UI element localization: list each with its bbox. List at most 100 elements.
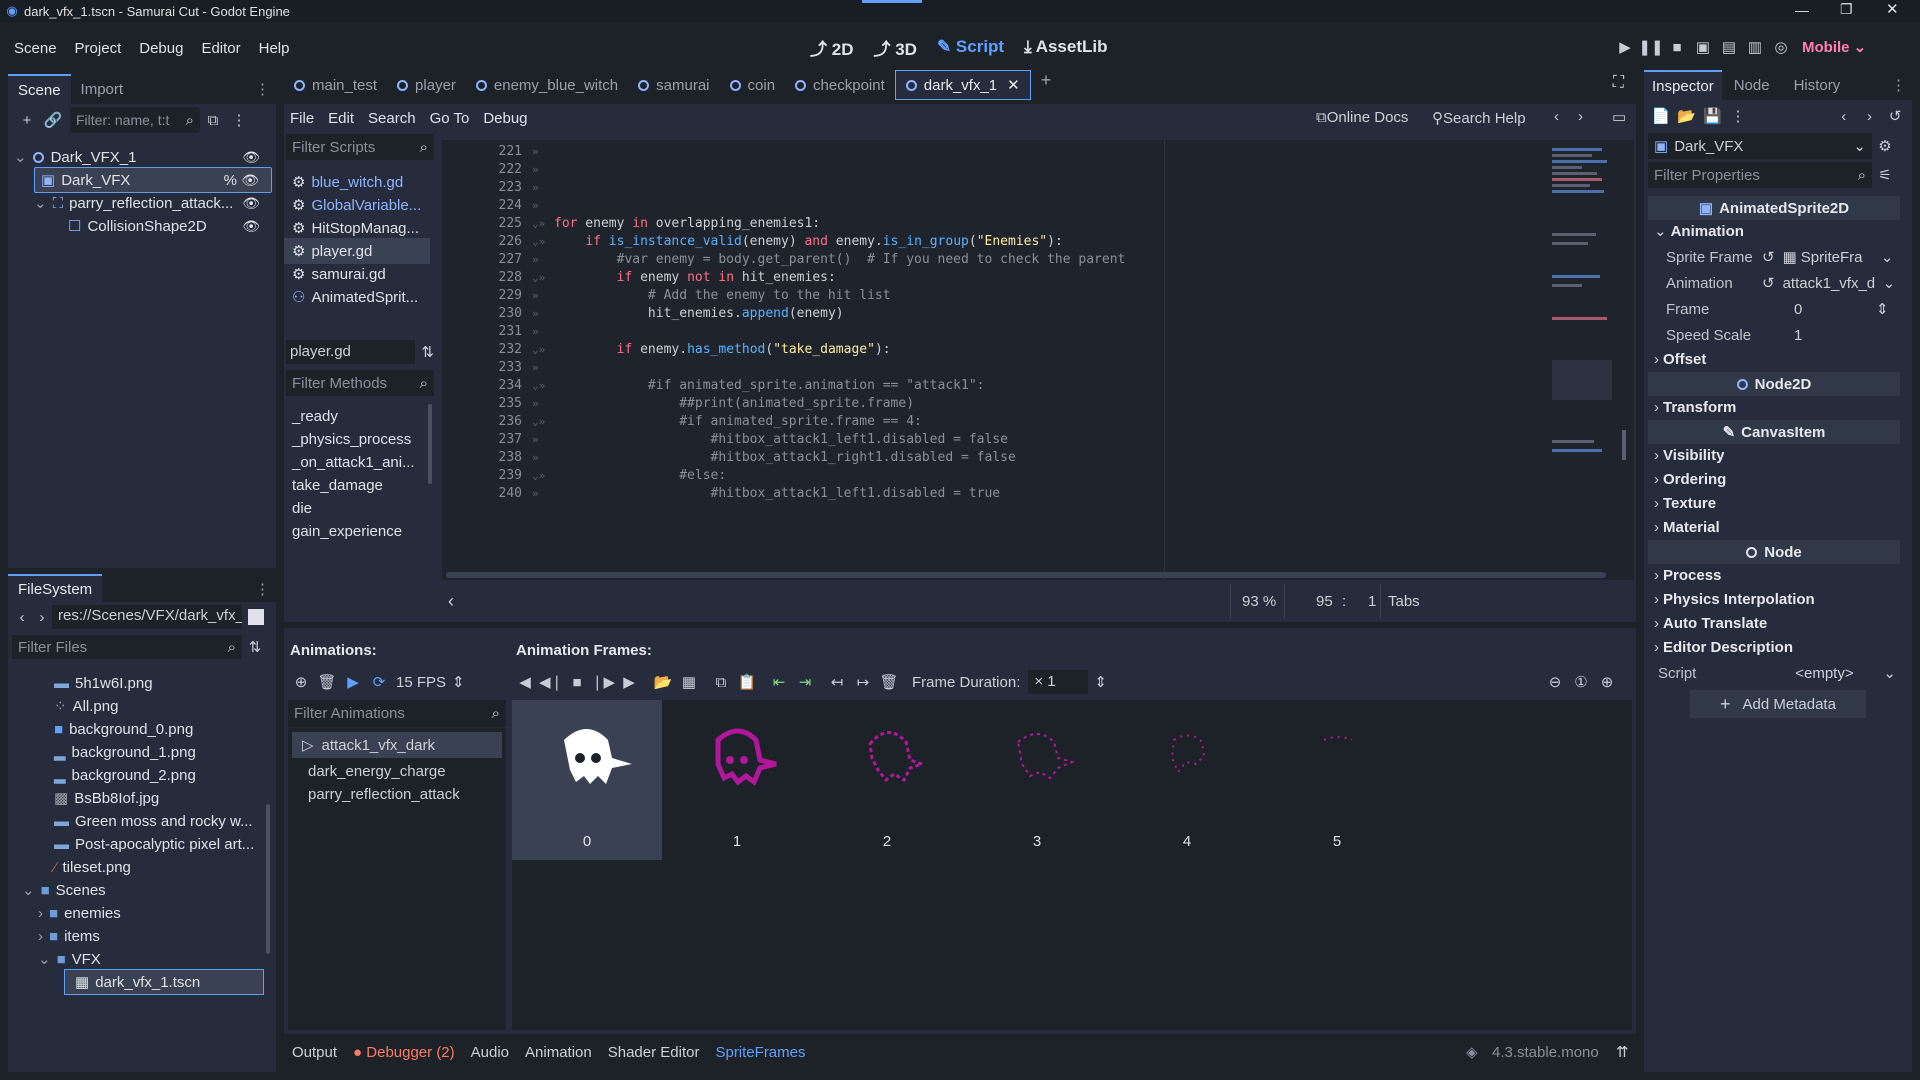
revert-icon[interactable]: ↺ (1762, 248, 1775, 266)
instantiate-scene-icon[interactable]: ⧉ (200, 107, 226, 133)
paste-frame-icon[interactable]: 📋 (734, 669, 760, 695)
online-docs-button[interactable]: ⧉ Online Docs (1316, 109, 1408, 126)
stop-icon[interactable]: ■ (1664, 34, 1690, 60)
line-number-gutter[interactable]: 221 (442, 144, 532, 159)
tab-checkpoint[interactable]: checkpoint (785, 70, 895, 100)
tab-animation[interactable]: Animation (525, 1044, 592, 1061)
filter-scripts-input[interactable]: Filter Scripts ⌕ (286, 134, 434, 160)
menu-debug[interactable]: Debug (139, 40, 183, 57)
close-window-icon[interactable]: ✕ (1886, 0, 1899, 18)
node-settings-icon[interactable]: ⚙ (1872, 133, 1898, 159)
tab-main-test[interactable]: main_test (284, 70, 387, 100)
distraction-free-icon[interactable]: ⛶ (1613, 74, 1624, 92)
line-number-gutter[interactable]: 229 (442, 288, 532, 303)
filter-methods-input[interactable]: Filter Methods ⌕ (286, 370, 434, 396)
delete-frame-icon[interactable]: 🗑 (876, 669, 902, 695)
section-physics-interpolation[interactable]: › Physics Interpolation (1644, 586, 1896, 612)
play-icon[interactable]: ▶ (1612, 34, 1638, 60)
resource-options-icon[interactable]: ⋮ (1725, 103, 1751, 129)
frame-duration-input[interactable]: × 1 (1028, 670, 1089, 694)
copy-frame-icon[interactable]: ⧉ (708, 669, 734, 695)
zoom-reset-icon[interactable]: ① (1568, 669, 1594, 695)
play-icon[interactable]: ▶ (616, 669, 642, 695)
add-node-icon[interactable]: + (14, 107, 40, 133)
fold-gutter-icon[interactable]: » (532, 163, 554, 176)
line-number-gutter[interactable]: 237 (442, 432, 532, 447)
line-number-gutter[interactable]: 226 (442, 234, 532, 249)
play-backwards-from-end-icon[interactable]: ◀ (512, 669, 538, 695)
list-item[interactable]: die (292, 500, 312, 517)
frame-thumbnail[interactable]: 4 (1112, 700, 1262, 860)
line-number-gutter[interactable]: 227 (442, 252, 532, 267)
property-options-icon[interactable]: ⚟ (1872, 162, 1898, 188)
tab-enemy-blue-witch[interactable]: enemy_blue_witch (466, 70, 628, 100)
script-menu-goto[interactable]: Go To (430, 110, 470, 127)
add-tab-icon[interactable]: + (1031, 70, 1062, 100)
list-item[interactable]: _physics_process (292, 431, 411, 448)
dock-menu-icon[interactable]: ⋮ (1891, 76, 1906, 94)
save-resource-icon[interactable]: 💾 (1699, 103, 1725, 129)
forward-icon[interactable]: › (32, 604, 52, 630)
tab-scene[interactable]: Scene (8, 74, 71, 104)
pause-icon[interactable]: ❚❚ (1638, 34, 1664, 60)
section-material[interactable]: › Material (1644, 514, 1896, 540)
script-menu-file[interactable]: File (290, 110, 314, 127)
tab-filesystem[interactable]: FileSystem (8, 574, 103, 602)
play-scene-icon[interactable]: ▤ (1716, 34, 1742, 60)
tab-inspector[interactable]: Inspector (1644, 70, 1722, 100)
visibility-eye-icon[interactable]: 👁 (242, 195, 260, 212)
fold-gutter-icon[interactable]: ⌄» (532, 343, 554, 356)
fold-gutter-icon[interactable]: ⌄» (532, 217, 554, 230)
menu-scene[interactable]: Scene (14, 40, 57, 57)
fold-gutter-icon[interactable]: » (532, 199, 554, 212)
frame-thumbnail[interactable]: 3 (962, 700, 1112, 860)
code-line[interactable]: 240» #hitbox_attack1_left1.disabled = tr… (442, 482, 1442, 504)
animation-item-selected[interactable]: ▷ attack1_vfx_dark (292, 732, 502, 758)
sort-icon[interactable]: ⇅ (242, 634, 268, 660)
autoplay-icon[interactable]: ▶ (340, 669, 366, 695)
fold-gutter-icon[interactable]: » (532, 325, 554, 338)
search-help-button[interactable]: ⚲ Search Help (1432, 109, 1526, 128)
visibility-eye-icon[interactable]: 👁 (241, 172, 259, 189)
section-offset[interactable]: › Offset (1644, 346, 1896, 372)
unique-name-icon[interactable]: % (224, 172, 237, 189)
tab-shader-editor[interactable]: Shader Editor (608, 1044, 700, 1061)
fold-gutter-icon[interactable]: » (532, 145, 554, 158)
filter-animations-input[interactable]: Filter Animations ⌕ (288, 700, 506, 728)
fps-value[interactable]: 15 FPS (396, 674, 446, 691)
zoom-level[interactable]: 93 % (1242, 593, 1276, 610)
frame-thumbnail[interactable]: 5 (1262, 700, 1412, 860)
line-number-gutter[interactable]: 223 (442, 180, 532, 195)
new-resource-icon[interactable]: 📄 (1648, 103, 1674, 129)
history-forward-icon[interactable]: › (1857, 103, 1883, 129)
line-number-gutter[interactable]: 231 (442, 324, 532, 339)
section-transform[interactable]: › Transform (1644, 394, 1896, 420)
duration-stepper-icon[interactable]: ⇕ (1094, 673, 1107, 691)
line-number-gutter[interactable]: 235 (442, 396, 532, 411)
indent-mode[interactable]: Tabs (1388, 593, 1420, 610)
renderer-select[interactable]: Mobile ⌄ (1802, 38, 1866, 56)
insert-before-icon[interactable]: ⇤ (766, 669, 792, 695)
tab-audio[interactable]: Audio (471, 1044, 509, 1061)
workspace-3d-button[interactable]: ⤴ 3D (873, 35, 916, 60)
insert-after-icon[interactable]: ⇥ (792, 669, 818, 695)
code-editor[interactable]: 221» 222» 223» 224» 225 ⌄» for enemy in overla… (442, 140, 1634, 580)
menu-editor[interactable]: Editor (201, 40, 240, 57)
line-number-gutter[interactable]: 240 (442, 486, 532, 501)
fps-stepper-icon[interactable]: ⇕ (452, 673, 465, 691)
line-number-gutter[interactable]: 239 (442, 468, 532, 483)
scene-filter-input[interactable]: Filter: name, t:t ⌕ (70, 107, 200, 133)
line-number-gutter[interactable]: 222 (442, 162, 532, 177)
tab-samurai[interactable]: samurai (628, 70, 719, 100)
frame-thumbnail[interactable]: 1 (662, 700, 812, 860)
list-item[interactable]: gain_experience (292, 523, 402, 540)
fold-gutter-icon[interactable]: ⌄» (532, 415, 554, 428)
play-from-start-icon[interactable]: ❘▶ (590, 669, 616, 695)
section-texture[interactable]: › Texture (1644, 490, 1896, 516)
zoom-out-icon[interactable]: ⊖ (1542, 669, 1568, 695)
fold-gutter-icon[interactable]: » (532, 361, 554, 374)
maximize-icon[interactable]: ❐ (1840, 1, 1853, 18)
zoom-in-icon[interactable]: ⊕ (1594, 669, 1620, 695)
sort-methods-icon[interactable]: ⇅ (421, 343, 434, 361)
line-number-gutter[interactable]: 236 (442, 414, 532, 429)
